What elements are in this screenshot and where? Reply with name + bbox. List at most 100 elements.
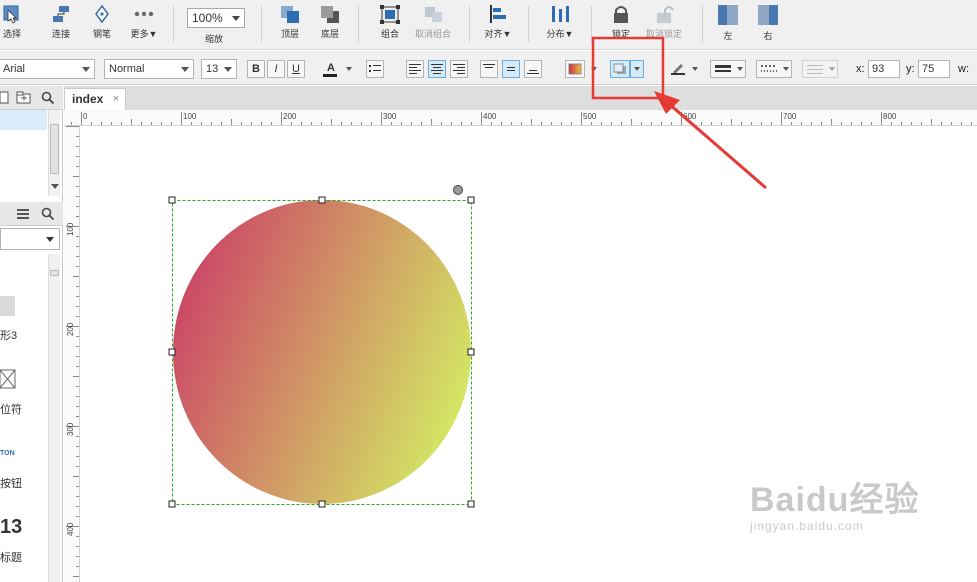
line-weight-button[interactable] (710, 60, 746, 78)
resize-handle-s[interactable] (318, 500, 326, 508)
folder-add-icon[interactable] (16, 91, 32, 105)
placeholder-icon[interactable] (0, 369, 16, 389)
search-icon[interactable] (41, 207, 55, 221)
shadow-icon (613, 63, 626, 74)
left-panel-toggle[interactable]: 左 (716, 4, 740, 42)
right-panel-toggle[interactable]: 右 (756, 4, 780, 42)
distribute-icon (552, 6, 569, 22)
unlock-label: 取消锁定 (645, 29, 682, 39)
italic-button[interactable]: I (267, 60, 285, 78)
valign-middle-button[interactable] (502, 60, 520, 78)
bring-to-front-icon (281, 6, 299, 23)
bring-to-front-tool[interactable]: 顶层 (276, 4, 304, 40)
valign-top-icon (483, 64, 495, 68)
resize-handle-n[interactable] (318, 196, 326, 204)
line-color-button[interactable] (668, 60, 688, 78)
horizontal-ruler: 0 100 200 300 400 500 600 700 800 (64, 110, 977, 126)
ungroup-label: 取消组合 (414, 29, 451, 39)
x-input[interactable]: 93 (868, 60, 900, 78)
align-icon (490, 5, 506, 23)
bold-button[interactable]: B (247, 60, 265, 78)
text-color-button[interactable]: A (320, 60, 342, 78)
gradient-ellipse-shape[interactable] (173, 200, 471, 504)
bullet-list-button[interactable] (366, 60, 384, 78)
more-tool[interactable]: 更多▼ (127, 4, 161, 40)
search-icon[interactable] (41, 91, 55, 105)
select-tool[interactable]: 选择 (0, 4, 24, 40)
chevron-down-icon (224, 67, 232, 72)
text-color-label: A (327, 62, 335, 74)
y-input[interactable]: 75 (918, 60, 950, 78)
font-size-select[interactable]: 13 (201, 59, 237, 79)
group-icon (380, 5, 400, 24)
resize-handle-e[interactable] (467, 348, 475, 356)
align-tool[interactable]: 对齐▼ (482, 4, 514, 40)
lock-tool[interactable]: 锁定 (607, 4, 635, 40)
widget-button-thumb[interactable]: TON (0, 450, 15, 457)
valign-top-button[interactable] (480, 60, 498, 78)
font-family-value: Arial (3, 63, 26, 75)
tab-index[interactable]: index × (64, 88, 126, 110)
scroll-down-icon[interactable] (51, 184, 59, 189)
distribute-label: 分布▼ (546, 29, 574, 39)
shadow-button[interactable] (610, 60, 630, 78)
distribute-tool[interactable]: 分布▼ (543, 4, 577, 40)
widget-heading-thumb[interactable]: 13 (0, 516, 22, 539)
widgets-scrollbar[interactable] (48, 254, 60, 582)
watermark-url: jingyan.baidu.com (750, 519, 864, 533)
valign-bottom-icon (527, 70, 539, 74)
chevron-down-icon[interactable] (591, 67, 597, 71)
zoom-select[interactable]: 100% (187, 8, 245, 28)
y-label: y: (906, 63, 915, 75)
connect-tool[interactable]: 连接 (47, 4, 75, 40)
scrollbar-thumb[interactable] (50, 270, 59, 276)
toolbar-divider (469, 6, 470, 42)
zoom-value: 100% (192, 11, 223, 25)
unlock-icon (657, 6, 674, 23)
chevron-down-icon[interactable] (346, 67, 352, 71)
page-add-icon[interactable] (0, 91, 10, 105)
arrow-style-button[interactable] (802, 60, 838, 78)
chevron-down-icon (82, 67, 90, 72)
align-left-button[interactable] (406, 60, 424, 78)
page-item-selected[interactable] (0, 110, 47, 130)
unlock-tool[interactable]: 取消锁定 (644, 4, 684, 40)
resize-handle-se[interactable] (467, 500, 475, 508)
resize-handle-sw[interactable] (168, 500, 176, 508)
line-style-button[interactable] (756, 60, 792, 78)
resize-handle-w[interactable] (168, 348, 176, 356)
group-tool[interactable]: 组合 (376, 4, 404, 40)
pages-scrollbar[interactable] (48, 110, 60, 196)
resize-handle-nw[interactable] (168, 196, 176, 204)
widget-library-select[interactable] (0, 228, 60, 250)
pencil-icon (671, 64, 685, 75)
right-panel-icon (758, 5, 778, 25)
menu-icon[interactable] (17, 208, 29, 220)
toolbar-divider (358, 6, 359, 42)
valign-bottom-button[interactable] (524, 60, 542, 78)
send-to-back-icon (321, 6, 339, 23)
align-center-button[interactable] (428, 60, 446, 78)
align-right-button[interactable] (450, 60, 468, 78)
font-style-select[interactable]: Normal (104, 59, 194, 79)
resize-handle-ne[interactable] (467, 196, 475, 204)
font-family-select[interactable]: Arial (0, 59, 95, 79)
close-icon[interactable]: × (113, 89, 119, 109)
shadow-dropdown-button[interactable] (630, 60, 644, 78)
send-to-back-tool[interactable]: 底层 (316, 4, 344, 40)
underline-button[interactable]: U (287, 60, 305, 78)
chevron-down-icon[interactable] (692, 67, 698, 71)
pen-tool[interactable]: 钢笔 (88, 4, 116, 40)
fill-color-button[interactable] (565, 60, 585, 78)
rotation-handle[interactable] (453, 185, 463, 195)
widget-label: 位符 (0, 404, 22, 416)
right-panel-label: 右 (763, 31, 773, 41)
scrollbar-thumb[interactable] (50, 124, 59, 174)
widget-label: 标题 (0, 552, 22, 564)
ruler-label: 400 (66, 522, 75, 536)
ruler-label: 200 (66, 322, 75, 336)
ungroup-tool[interactable]: 取消组合 (413, 4, 453, 40)
ruler-label: 600 (683, 112, 697, 121)
widget-shape-thumb[interactable] (0, 296, 15, 316)
ruler-label: 500 (583, 112, 597, 121)
